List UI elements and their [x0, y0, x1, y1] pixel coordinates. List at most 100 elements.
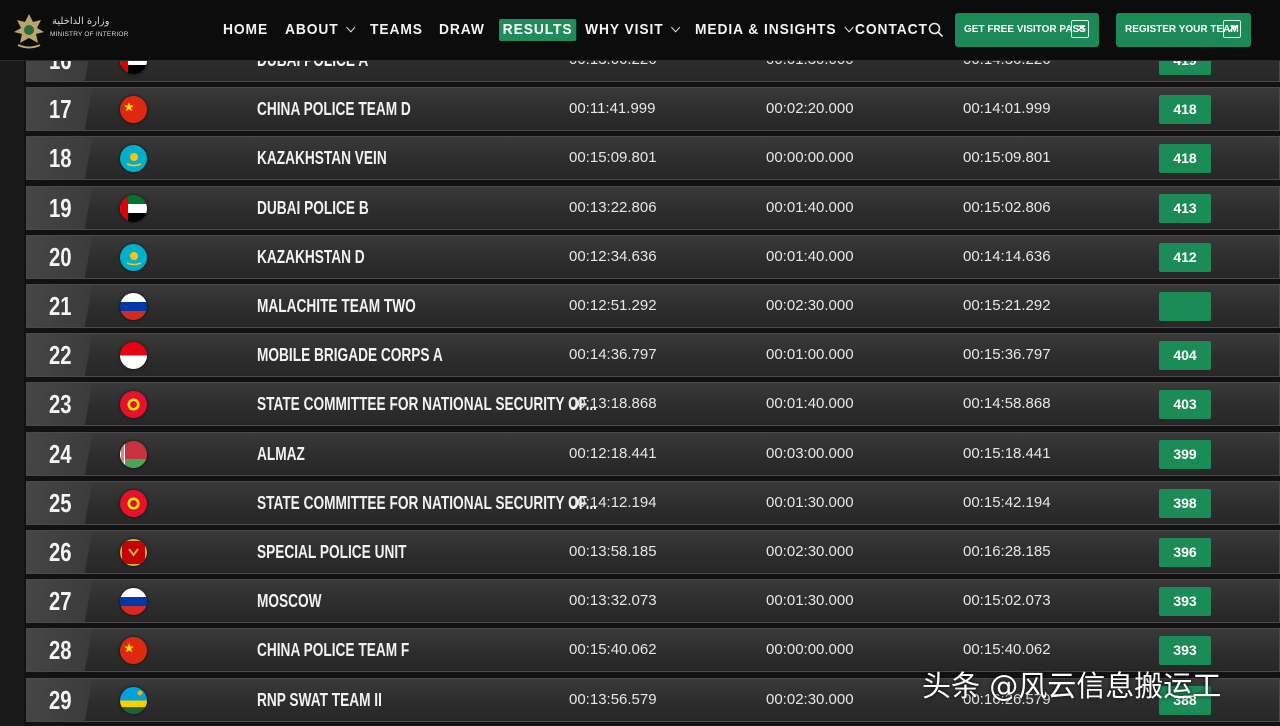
table-row[interactable]: 17 CHINA POLICE TEAM D 00:11:41.999 00:02:2…: [26, 87, 1280, 132]
flag-uae-icon: [120, 194, 147, 222]
get-visitor-pass-button[interactable]: GET FREE VISITOR PASS: [955, 13, 1099, 47]
table-row[interactable]: 20 KAZAKHSTAN D 00:12:34.636 00:01:40.000 00…: [26, 234, 1280, 279]
team-name: SPECIAL POLICE UNIT: [257, 542, 407, 562]
flag-kazakhstan-icon: [120, 243, 147, 271]
team-name: RNP SWAT TEAM II: [257, 689, 382, 710]
arrow-up-right-icon: [1071, 20, 1089, 38]
nav-label: DRAW: [439, 21, 485, 38]
rank-number: 29: [49, 684, 72, 715]
flag-kyrgyzstan-icon: [120, 391, 147, 419]
table-row[interactable]: 25 STATE COMMITTEE FOR NATIONAL SECURITY …: [26, 480, 1280, 525]
run-time: 00:11:41.999: [569, 100, 656, 118]
penalty-time: 00:03:00.000: [766, 444, 854, 462]
penalty-time: 00:01:30.000: [766, 493, 854, 511]
score-badge: 403: [1159, 390, 1211, 420]
penalty-time: 00:00:00.000: [766, 641, 854, 659]
team-name: CHINA POLICE TEAM F: [257, 640, 410, 661]
team-name: STATE COMMITTEE FOR NATIONAL SECURITY OF…: [257, 394, 597, 415]
page-edge: [0, 0, 24, 726]
table-row[interactable]: 27 MOSCOW 00:13:32.073 00:01:30.000 00:15:02…: [26, 579, 1280, 624]
rank-number: 27: [49, 586, 72, 617]
table-row[interactable]: 19 DUBAI POLICE B 00:13:22.806 00:01:40.000…: [26, 185, 1280, 230]
arrow-up-right-icon: [1223, 20, 1241, 38]
run-time: 00:15:40.062: [569, 641, 657, 659]
score-badge: 418: [1159, 95, 1211, 125]
run-time: 00:12:51.292: [569, 297, 657, 314]
logo-arabic-text: وزارة الداخلية: [52, 16, 110, 27]
score-badge: 404: [1159, 341, 1211, 371]
rank-number: 18: [49, 143, 72, 174]
penalty-time: 00:02:30.000: [766, 543, 854, 560]
nav-item-about[interactable]: ABOUT: [285, 19, 356, 41]
nav-label: MEDIA & INSIGHTS: [695, 21, 837, 38]
total-time: 00:15:02.806: [963, 198, 1051, 216]
score-badge: [1159, 292, 1211, 321]
table-row[interactable]: 26 SPECIAL POLICE UNIT 00:13:58.185 00:02:3…: [26, 530, 1280, 574]
flag-china-icon: [120, 96, 147, 124]
table-row[interactable]: 18 KAZAKHSTAN VEIN 00:15:09.801 00:00:00.00…: [26, 136, 1280, 181]
run-time: 00:13:32.073: [569, 592, 657, 610]
score-badge: 393: [1159, 587, 1211, 617]
nav-item-why-visit[interactable]: WHY VISIT: [585, 19, 681, 41]
run-time: 00:15:09.801: [569, 149, 657, 167]
rank-number: 24: [49, 438, 72, 469]
nav-label: TEAMS: [370, 21, 423, 38]
table-row[interactable]: 23 STATE COMMITTEE FOR NATIONAL SECURITY …: [26, 382, 1280, 427]
score-badge: 398: [1159, 488, 1211, 518]
total-time: 00:16:28.185: [963, 543, 1051, 560]
team-name: MALACHITE TEAM TWO: [257, 296, 416, 316]
run-time: 00:13:58.185: [569, 543, 657, 560]
flag-indonesia-icon: [120, 342, 147, 370]
register-team-label: REGISTER YOUR TEAM: [1125, 24, 1239, 35]
flag-kyrgyzstan-icon: [120, 489, 147, 517]
chevron-down-icon[interactable]: [844, 22, 854, 33]
team-name: MOBILE BRIGADE CORPS A: [257, 345, 443, 366]
rank-number: 23: [49, 389, 72, 420]
total-time: 00:15:36.797: [963, 346, 1051, 364]
nav-label: WHY VISIT: [585, 21, 664, 38]
run-time: 00:12:18.441: [569, 444, 657, 462]
total-time: 00:14:01.999: [963, 100, 1051, 118]
site-header: وزارة الداخلية MINISTRY OF INTERIOR HOME…: [0, 0, 1280, 61]
flag-montenegro-icon: [120, 539, 147, 566]
score-badge: 413: [1159, 193, 1211, 223]
total-time: 00:15:40.062: [963, 641, 1051, 659]
chevron-down-icon[interactable]: [346, 22, 356, 33]
search-icon[interactable]: [928, 22, 944, 38]
score-badge: 393: [1159, 636, 1211, 666]
penalty-time: 00:01:40.000: [766, 395, 854, 413]
nav-item-teams[interactable]: TEAMS: [370, 19, 423, 41]
ministry-emblem-logo[interactable]: [10, 10, 48, 50]
team-name: KAZAKHSTAN VEIN: [257, 148, 387, 169]
flag-belarus-icon: [120, 440, 147, 468]
team-name: STATE COMMITTEE FOR NATIONAL SECURITY OF…: [257, 492, 597, 513]
table-row[interactable]: 21 MALACHITE TEAM TWO 00:12:51.292 00:02:30…: [26, 284, 1280, 328]
logo-english-text: MINISTRY OF INTERIOR: [50, 31, 129, 38]
penalty-time: 00:02:30.000: [766, 690, 854, 708]
nav-item-contact[interactable]: CONTACT: [855, 19, 928, 41]
nav-item-media-insights[interactable]: MEDIA & INSIGHTS: [695, 19, 854, 41]
chevron-down-icon[interactable]: [671, 22, 681, 33]
total-time: 00:15:09.801: [963, 149, 1051, 167]
flag-china-icon: [120, 637, 147, 665]
flag-russia-icon: [120, 293, 147, 320]
run-time: 00:14:12.194: [569, 493, 657, 511]
rank-number: 25: [49, 487, 72, 518]
flag-rwanda-icon: [120, 686, 147, 714]
total-time: 00:14:58.868: [963, 395, 1051, 413]
score-badge: 399: [1159, 439, 1211, 469]
penalty-time: 00:01:40.000: [766, 247, 854, 265]
nav-item-results[interactable]: RESULTS: [499, 19, 577, 41]
register-team-button[interactable]: REGISTER YOUR TEAM: [1116, 13, 1251, 47]
table-row[interactable]: 22 MOBILE BRIGADE CORPS A 00:14:36.797 00:0…: [26, 333, 1280, 378]
run-time: 00:13:18.868: [569, 395, 657, 413]
rank-number: 20: [49, 241, 72, 272]
total-time: 00:15:42.194: [963, 493, 1051, 511]
table-row[interactable]: 24 ALMAZ 00:12:18.441 00:03:00.000 00:15:18.…: [26, 431, 1280, 476]
nav-item-home[interactable]: HOME: [223, 19, 268, 41]
total-time: 00:15:18.441: [963, 444, 1051, 462]
nav-item-draw[interactable]: DRAW: [439, 19, 485, 41]
flag-kazakhstan-icon: [120, 145, 147, 173]
results-table: 16DUBAI POLICE A00:13:06.22600:01:30.000…: [0, 0, 1280, 726]
penalty-time: 00:02:20.000: [766, 100, 854, 118]
